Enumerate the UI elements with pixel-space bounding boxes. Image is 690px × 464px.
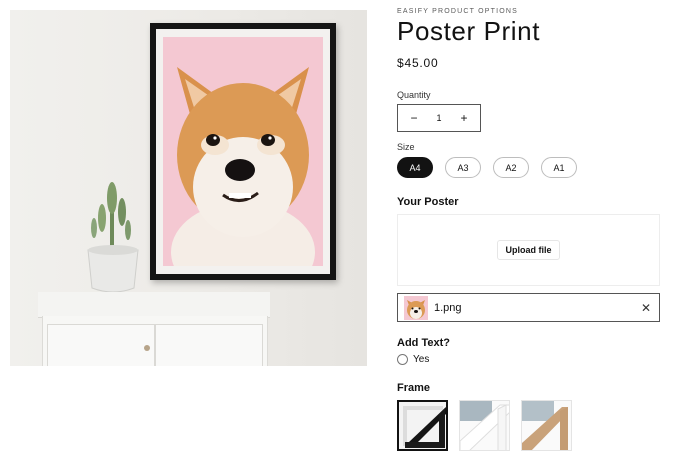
minus-icon[interactable]: −	[406, 111, 422, 125]
size-option-a4[interactable]: A4	[397, 157, 433, 178]
frame-options	[397, 400, 572, 451]
frame-option-white[interactable]	[459, 400, 510, 451]
uploaded-file-row: 1.png ✕	[397, 293, 660, 322]
cabinet-door-left	[47, 324, 155, 366]
product-price: $45.00	[397, 56, 439, 70]
dog-artwork	[163, 37, 323, 266]
close-icon[interactable]: ✕	[639, 301, 653, 315]
quantity-label: Quantity	[397, 90, 431, 100]
white-frame-icon	[460, 401, 509, 450]
cabinet-door-right	[155, 324, 263, 366]
file-name: 1.png	[434, 301, 462, 314]
black-frame-icon	[399, 402, 446, 449]
add-text-label: Add Text?	[397, 337, 450, 349]
product-title: Poster Print	[397, 16, 541, 46]
product-image[interactable]	[10, 10, 367, 366]
poster-frame	[150, 23, 336, 280]
oak-frame-icon	[522, 401, 571, 450]
size-option-a1[interactable]: A1	[541, 157, 577, 178]
quantity-value[interactable]: 1	[436, 113, 441, 123]
cabinet-top	[38, 292, 270, 318]
upload-dropzone[interactable]: Upload file	[397, 214, 660, 286]
size-option-a2[interactable]: A2	[493, 157, 529, 178]
poster-mat	[156, 29, 330, 274]
frame-option-oak[interactable]	[521, 400, 572, 451]
yes-checkbox[interactable]	[397, 354, 408, 365]
size-options: A4 A3 A2 A1	[397, 157, 577, 178]
yes-label: Yes	[413, 354, 430, 365]
upload-file-button[interactable]: Upload file	[497, 240, 560, 260]
product-vendor: EASIFY PRODUCT OPTIONS	[397, 8, 519, 15]
cabinet-knob	[144, 345, 150, 351]
size-option-a3[interactable]: A3	[445, 157, 481, 178]
quantity-stepper: − 1 +	[397, 104, 481, 132]
your-poster-label: Your Poster	[397, 196, 459, 208]
potted-plant	[87, 182, 139, 300]
product-info: EASIFY PRODUCT OPTIONS Poster Print $45.…	[397, 0, 667, 464]
plus-icon[interactable]: +	[456, 111, 472, 125]
file-thumbnail	[404, 295, 428, 320]
size-label: Size	[397, 142, 415, 152]
cabinet	[42, 316, 268, 366]
frame-label: Frame	[397, 382, 431, 394]
add-text-option[interactable]: Yes	[397, 354, 429, 365]
frame-option-black[interactable]	[397, 400, 448, 451]
